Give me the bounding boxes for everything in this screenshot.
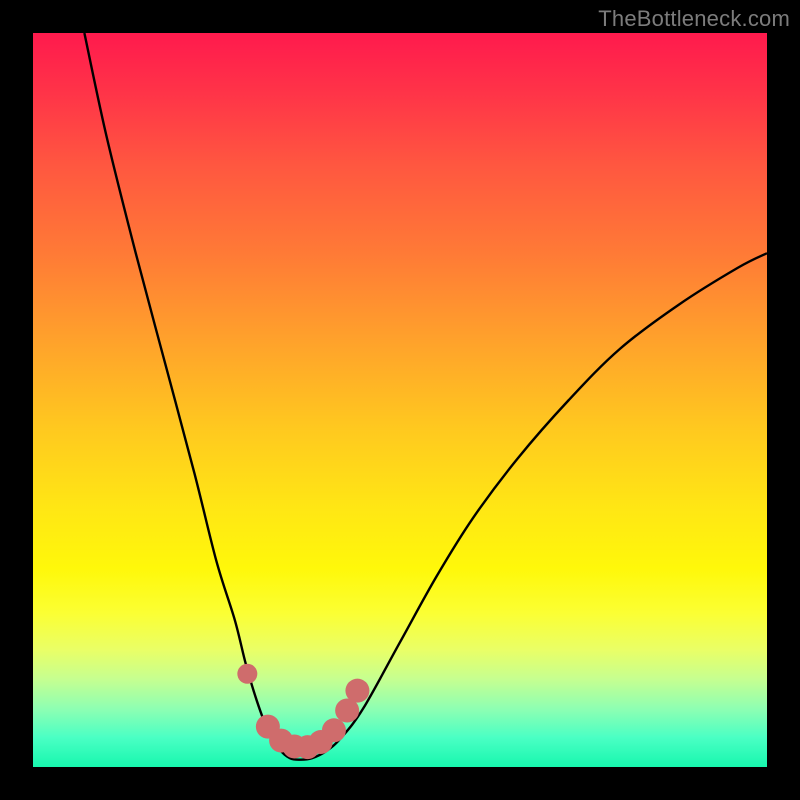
curve-marker [345,679,369,703]
curve-marker [322,718,346,742]
bottleneck-curve [84,33,767,760]
marker-layer [237,664,369,759]
plot-area [33,33,767,767]
chart-frame: TheBottleneck.com [0,0,800,800]
curve-layer [33,33,767,767]
watermark-text: TheBottleneck.com [598,6,790,32]
curve-marker [237,664,257,684]
